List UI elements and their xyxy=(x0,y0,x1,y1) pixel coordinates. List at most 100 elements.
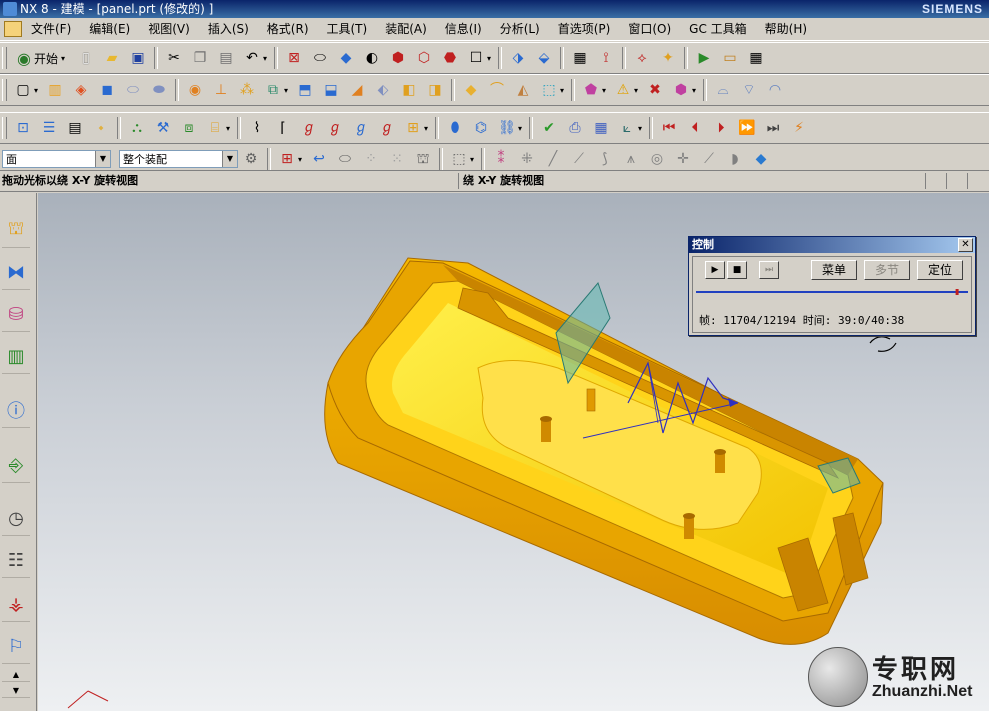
chevron-down-icon[interactable]: ▾ xyxy=(602,86,610,95)
chevron-down-icon[interactable]: ▾ xyxy=(34,86,42,95)
shading-toggle-icon[interactable]: ◐ xyxy=(361,47,383,69)
fast-forward-icon[interactable]: ⏩ xyxy=(736,117,758,139)
thicken-icon[interactable]: ⬬ xyxy=(148,79,170,101)
snap-on-face-icon[interactable]: ◗ xyxy=(724,148,746,170)
report-icon[interactable]: ⎙ xyxy=(564,117,586,139)
layer-icon[interactable]: ▦ xyxy=(569,47,591,69)
simulate-icon[interactable]: ⚡ xyxy=(788,117,810,139)
palette-icon[interactable]: ✦ xyxy=(657,47,679,69)
reuse-library-icon[interactable]: ▥ xyxy=(2,339,30,374)
hole-icon[interactable]: ◉ xyxy=(184,79,206,101)
close-icon[interactable]: ✕ xyxy=(958,238,973,252)
chevron-down-icon[interactable]: ▾ xyxy=(487,54,495,63)
menu-file[interactable]: 文件(F) xyxy=(22,18,80,40)
play-macro-icon[interactable]: ▶ xyxy=(693,47,715,69)
cut-icon[interactable]: ✂ xyxy=(163,47,185,69)
snap-arc-icon[interactable]: ⟆ xyxy=(594,148,616,170)
chevron-down-icon[interactable]: ▾ xyxy=(560,86,568,95)
mate-component-icon[interactable]: ⧈ xyxy=(178,117,200,139)
surface-icon[interactable]: ◭ xyxy=(512,79,534,101)
sketch-icon[interactable]: ▢ xyxy=(12,79,34,101)
extrude-icon[interactable]: ▥ xyxy=(44,79,66,101)
chevron-down-icon[interactable]: ▾ xyxy=(692,86,700,95)
assembly-navigator-icon[interactable]: ⛫ xyxy=(2,213,30,248)
wcs-icon[interactable]: ⟟ xyxy=(595,47,617,69)
shaded-cube-icon[interactable]: ◆ xyxy=(335,47,357,69)
view-direction-icon[interactable]: ⬙ xyxy=(533,47,555,69)
snap-midpoint-icon[interactable]: ⁜ xyxy=(516,148,538,170)
roles-icon[interactable]: ⚐ xyxy=(2,629,30,664)
snap-endpoint-icon[interactable]: ⁑ xyxy=(490,148,512,170)
menu-info[interactable]: 信息(I) xyxy=(436,18,491,40)
draft-icon[interactable]: ◧ xyxy=(398,79,420,101)
tag-icon[interactable]: ⬩ xyxy=(90,117,112,139)
menu-view[interactable]: 视图(V) xyxy=(139,18,199,40)
wireframe-icon[interactable]: ⬡ xyxy=(413,47,435,69)
multi-step-button[interactable]: 多节 xyxy=(864,260,910,280)
unite-icon[interactable]: ⧉ xyxy=(262,79,284,101)
process-studio-icon[interactable]: ☷ xyxy=(2,543,30,578)
revolve-icon[interactable]: ◈ xyxy=(70,79,92,101)
snap-center-icon[interactable]: ◎ xyxy=(646,148,668,170)
snap-control-icon[interactable]: ╱ xyxy=(542,148,564,170)
spring-icon[interactable]: ⌬ xyxy=(470,117,492,139)
save-icon[interactable]: ▣ xyxy=(127,47,149,69)
prev-step-icon[interactable]: ⏴ xyxy=(684,117,706,139)
hammer-icon[interactable]: ⚒ xyxy=(152,117,174,139)
chevron-down-icon[interactable]: ▾ xyxy=(638,124,646,133)
scroll-down-icon[interactable]: ▼ xyxy=(2,683,30,698)
locate-button[interactable]: 定位 xyxy=(917,260,963,280)
curvature-icon[interactable]: ⌇ xyxy=(246,117,268,139)
g1-continuity-icon[interactable]: ℊ xyxy=(324,117,346,139)
chevron-down-icon[interactable]: ▾ xyxy=(634,86,642,95)
menu-preferences[interactable]: 首选项(P) xyxy=(549,18,620,40)
snap-intersect-icon[interactable]: ⟋ xyxy=(568,148,590,170)
block-icon[interactable]: ◼ xyxy=(96,79,118,101)
cube-icon[interactable]: ◆ xyxy=(460,79,482,101)
stop-icon[interactable]: ■ xyxy=(727,261,747,279)
document-menu-icon[interactable] xyxy=(4,21,22,37)
open-folder-icon[interactable]: ▰ xyxy=(101,47,123,69)
chamfer-icon[interactable]: ⬖ xyxy=(372,79,394,101)
sweep-icon[interactable]: ⌒ xyxy=(486,79,508,101)
menu-assembly[interactable]: 装配(A) xyxy=(376,18,436,40)
scroll-up-icon[interactable]: ▲ xyxy=(2,667,30,682)
chevron-down-icon[interactable]: ▾ xyxy=(263,54,271,63)
internet-explorer-icon[interactable]: ⓘ xyxy=(2,393,30,428)
chevron-down-icon[interactable]: ▾ xyxy=(518,124,526,133)
boss-icon[interactable]: ⊥ xyxy=(210,79,232,101)
menu-gc-toolbox[interactable]: GC 工具箱 xyxy=(680,18,756,40)
step-forward-icon[interactable]: ⏭ xyxy=(759,261,779,279)
slider-thumb[interactable] xyxy=(955,289,959,295)
last-frame-icon[interactable]: ⏭ xyxy=(762,117,784,139)
studio-surface-icon[interactable]: ◠ xyxy=(764,79,786,101)
shell-icon[interactable]: ⬭ xyxy=(122,79,144,101)
face-analysis-icon[interactable]: ⌈ xyxy=(272,117,294,139)
grid-icon[interactable]: ▦ xyxy=(745,47,767,69)
fit-view-icon[interactable]: ⊠ xyxy=(283,47,305,69)
assembly-add-icon[interactable]: ⬟ xyxy=(580,79,602,101)
undo-icon[interactable]: ↶ xyxy=(241,47,263,69)
history-icon[interactable]: ⎆ xyxy=(2,448,30,483)
select-feature-icon[interactable]: ⁘ xyxy=(360,148,382,170)
first-frame-icon[interactable]: ⏮ xyxy=(658,117,680,139)
parts-list-icon[interactable]: ▤ xyxy=(64,117,86,139)
next-step-icon[interactable]: ⏵ xyxy=(710,117,732,139)
cylinder-icon[interactable]: ⬮ xyxy=(444,117,466,139)
menu-edit[interactable]: 编辑(E) xyxy=(80,18,139,40)
chevron-down-icon[interactable]: ▾ xyxy=(226,124,234,133)
undo-selection-icon[interactable]: ↩ xyxy=(308,148,330,170)
chevron-down-icon[interactable]: ▾ xyxy=(424,124,432,133)
menu-button[interactable]: 菜单 xyxy=(811,260,857,280)
menu-format[interactable]: 格式(R) xyxy=(258,18,318,40)
body-display-icon[interactable]: ⬢ xyxy=(670,79,692,101)
g3-continuity-icon[interactable]: ℊ xyxy=(376,117,398,139)
analysis-tools-icon[interactable]: ⊞ xyxy=(402,117,424,139)
clock-icon[interactable]: ◷ xyxy=(2,501,30,536)
orient-view-icon[interactable]: ⬗ xyxy=(507,47,529,69)
g2-continuity-icon[interactable]: ℊ xyxy=(350,117,372,139)
warning-icon[interactable]: ⚠ xyxy=(612,79,634,101)
layer-stack-icon[interactable]: ☰ xyxy=(38,117,60,139)
render-style-icon[interactable]: ⬭ xyxy=(309,47,331,69)
rectangle-select-icon[interactable]: ⬚ xyxy=(448,148,470,170)
